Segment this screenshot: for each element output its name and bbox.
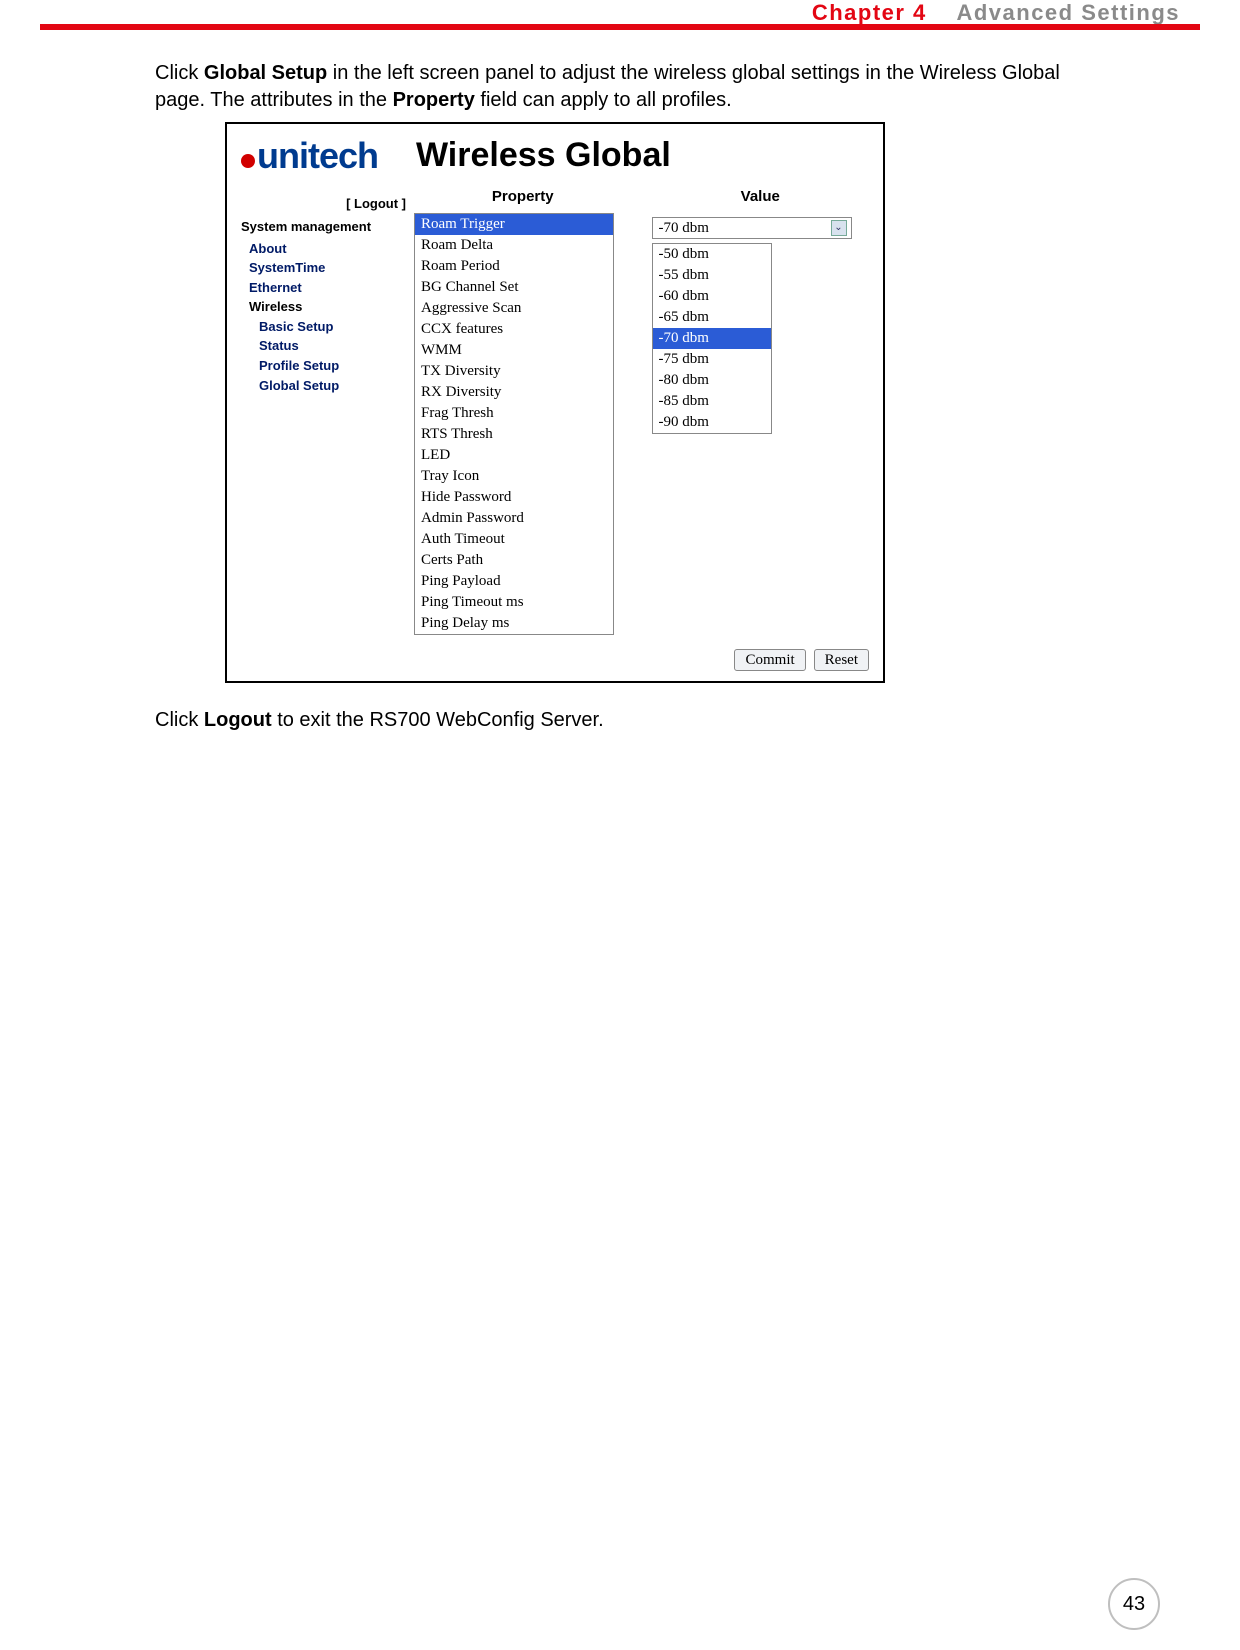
paragraph-1: Click Global Setup in the left screen pa… [155, 60, 1085, 114]
property-option[interactable]: RX Diversity [415, 382, 613, 403]
page-number: 43 [1108, 1578, 1160, 1630]
paragraph-2: Click Logout to exit the RS700 WebConfig… [155, 707, 1085, 734]
chevron-down-icon: ⌄ [831, 220, 847, 236]
value-selected-text: -70 dbm [659, 218, 709, 238]
value-option[interactable]: -70 dbm [653, 328, 771, 349]
property-column: Property Roam TriggerRoam DeltaRoam Peri… [414, 187, 632, 635]
property-option[interactable]: Admin Password [415, 508, 613, 529]
chapter-number: Chapter 4 [812, 0, 927, 25]
value-header: Value [652, 187, 870, 207]
wireless-global-screenshot: unitech Wireless Global [ Logout ] Syste… [225, 122, 885, 683]
property-option[interactable]: Ping Delay ms [415, 613, 613, 634]
chapter-title: Advanced Settings [956, 0, 1180, 25]
property-option[interactable]: Roam Delta [415, 235, 613, 256]
logout-link[interactable]: [ Logout ] [241, 195, 406, 213]
logout-bold: Logout [204, 709, 272, 731]
value-option[interactable]: -85 dbm [653, 391, 771, 412]
value-column: Value -70 dbm ⌄ -50 dbm-55 dbm-60 dbm-65… [652, 187, 870, 635]
property-option[interactable]: Certs Path [415, 550, 613, 571]
property-option[interactable]: Aggressive Scan [415, 298, 613, 319]
reset-button[interactable]: Reset [814, 649, 869, 671]
value-option[interactable]: -55 dbm [653, 265, 771, 286]
value-option[interactable]: -50 dbm [653, 244, 771, 265]
property-option[interactable]: BG Channel Set [415, 277, 613, 298]
property-option[interactable]: Frag Thresh [415, 403, 613, 424]
chapter-header: Chapter 4 Advanced Settings [812, 0, 1180, 26]
value-option[interactable]: -65 dbm [653, 307, 771, 328]
property-option[interactable]: TX Diversity [415, 361, 613, 382]
value-option[interactable]: -90 dbm [653, 412, 771, 433]
property-listbox[interactable]: Roam TriggerRoam DeltaRoam PeriodBG Chan… [414, 213, 614, 635]
sidebar-item-about[interactable]: About [249, 240, 406, 258]
property-header: Property [414, 187, 632, 207]
property-option[interactable]: Roam Period [415, 256, 613, 277]
settings-panel: Property Roam TriggerRoam DeltaRoam Peri… [414, 187, 869, 635]
value-select[interactable]: -70 dbm ⌄ [652, 217, 852, 239]
sidebar-item-status[interactable]: Status [259, 337, 406, 355]
unitech-logo: unitech [241, 132, 378, 181]
property-option[interactable]: RTS Thresh [415, 424, 613, 445]
value-option[interactable]: -60 dbm [653, 286, 771, 307]
sidebar: [ Logout ] System management About Syste… [241, 187, 406, 635]
commit-button[interactable]: Commit [734, 649, 805, 671]
property-option[interactable]: Roam Trigger [415, 214, 613, 235]
page-title: Wireless Global [416, 133, 671, 179]
sidebar-item-wireless[interactable]: Wireless [249, 298, 406, 316]
button-row: Commit Reset [227, 649, 883, 681]
sidebar-item-global-setup[interactable]: Global Setup [259, 377, 406, 395]
value-option[interactable]: -80 dbm [653, 370, 771, 391]
property-option[interactable]: Auth Timeout [415, 529, 613, 550]
property-option[interactable]: WMM [415, 340, 613, 361]
page-content: Click Global Setup in the left screen pa… [155, 60, 1085, 740]
sidebar-item-basic-setup[interactable]: Basic Setup [259, 318, 406, 336]
property-option[interactable]: Hide Password [415, 487, 613, 508]
global-setup-bold: Global Setup [204, 62, 327, 84]
property-option[interactable]: Ping Payload [415, 571, 613, 592]
figure-header: unitech Wireless Global [227, 124, 883, 181]
property-option[interactable]: Tray Icon [415, 466, 613, 487]
value-option[interactable]: -75 dbm [653, 349, 771, 370]
sidebar-item-systemtime[interactable]: SystemTime [249, 259, 406, 277]
property-option[interactable]: CCX features [415, 319, 613, 340]
property-option[interactable]: LED [415, 445, 613, 466]
value-dropdown[interactable]: -50 dbm-55 dbm-60 dbm-65 dbm-70 dbm-75 d… [652, 243, 772, 434]
sidebar-item-profile-setup[interactable]: Profile Setup [259, 357, 406, 375]
property-bold: Property [393, 89, 475, 111]
property-option[interactable]: Ping Timeout ms [415, 592, 613, 613]
system-management-label: System management [241, 218, 406, 236]
header-divider [40, 24, 1200, 30]
sidebar-item-ethernet[interactable]: Ethernet [249, 279, 406, 297]
